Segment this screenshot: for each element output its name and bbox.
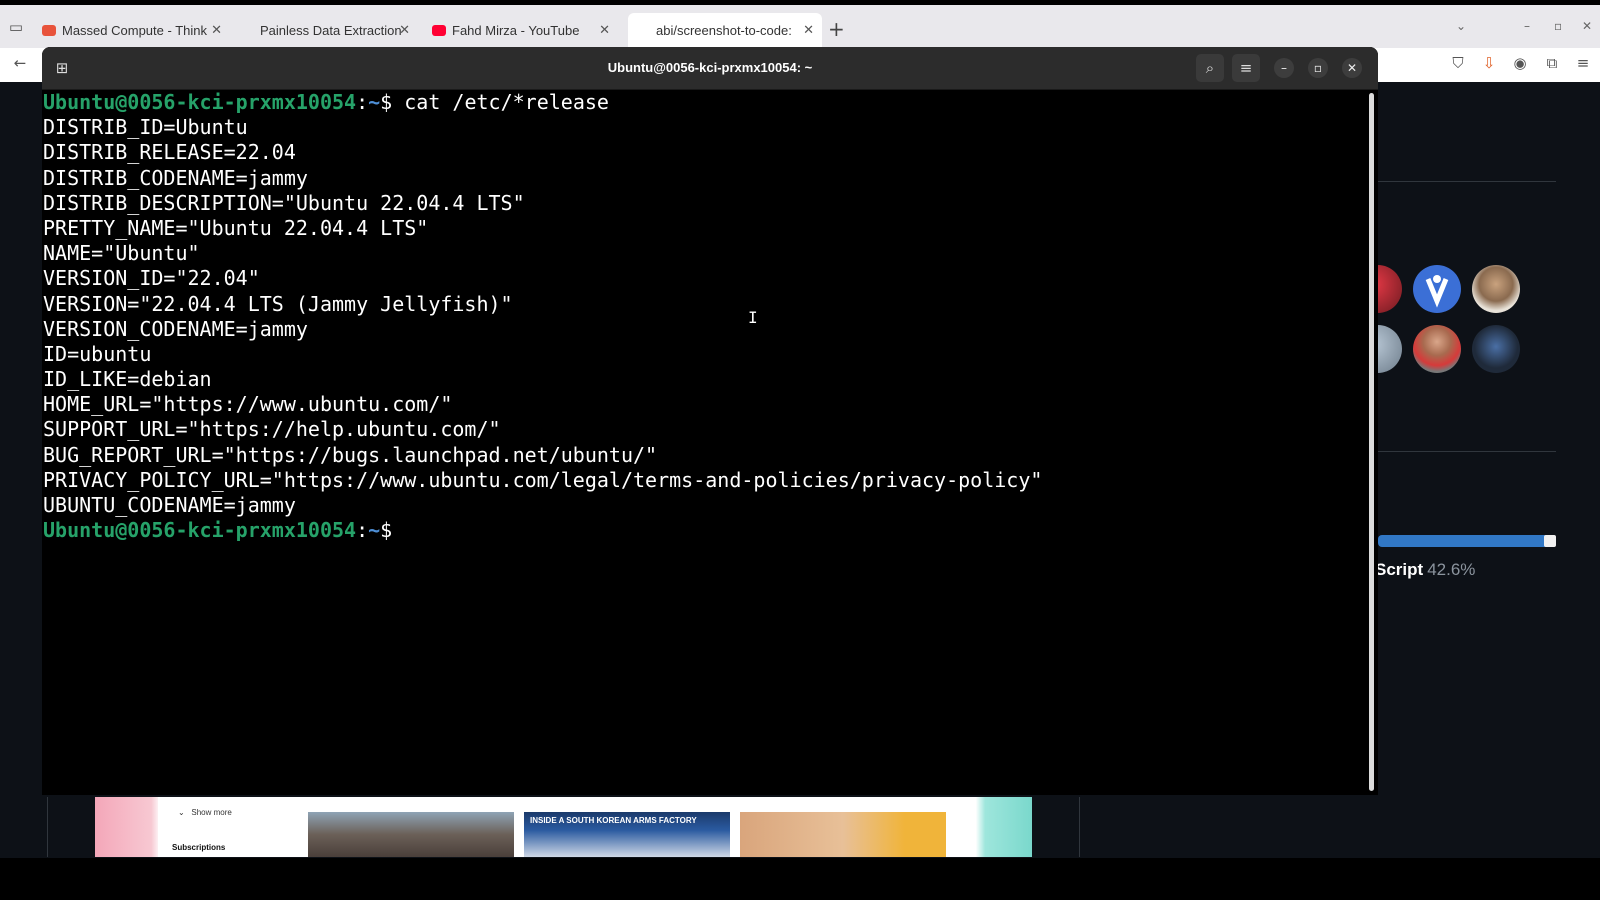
prompt-symbol: $ <box>380 518 393 543</box>
output-line: PRETTY_NAME="Ubuntu 22.04.4 LTS" <box>43 215 429 240</box>
close-icon[interactable]: ✕ <box>1582 19 1592 33</box>
prompt-separator: : <box>356 90 369 114</box>
terminal-title: Ubuntu@0056-kci-prxmx10054: ~ <box>607 60 813 75</box>
show-more-link[interactable]: ⌄ Show more <box>178 808 232 817</box>
prompt-line[interactable]: Ubuntu@0056-kci-prxmx10054:~$ <box>43 518 1373 543</box>
terminal-header: ⊞ Ubuntu@0056-kci-prxmx10054: ~ ⌕ ≡ – ▫ … <box>42 47 1378 90</box>
divider <box>1378 181 1556 182</box>
contributor-avatar[interactable] <box>1413 265 1461 313</box>
output-line: DISTRIB_DESCRIPTION="Ubuntu 22.04.4 LTS" <box>43 190 525 215</box>
github-icon <box>636 24 650 36</box>
language-bar-segment <box>1544 535 1556 547</box>
minimize-icon[interactable]: – <box>1524 19 1530 33</box>
download-icon[interactable]: ⇩ <box>1479 53 1499 73</box>
pocket-icon[interactable]: ⛉ <box>1448 53 1468 73</box>
close-icon[interactable]: ✕ <box>399 22 410 38</box>
output-line: DISTRIB_RELEASE=22.04 <box>43 140 296 165</box>
output-line: VERSION_ID="22.04" <box>43 266 260 291</box>
subscriptions-heading: Subscriptions <box>172 843 226 852</box>
tab-overview-icon[interactable]: ▭ <box>6 17 26 37</box>
contributor-avatar[interactable] <box>1472 325 1520 373</box>
language-label[interactable]: Script 42.6% <box>1375 560 1475 580</box>
prompt-user: Ubuntu@0056-kci-prxmx10054 <box>43 90 357 114</box>
language-name: Script <box>1375 560 1424 579</box>
video-thumbnail[interactable] <box>740 812 946 857</box>
divider <box>1378 451 1556 452</box>
page-icon <box>240 24 254 36</box>
output-line: DISTRIB_ID=Ubuntu <box>43 115 248 140</box>
output-line: SUPPORT_URL="https://help.ubuntu.com/" <box>43 417 501 442</box>
language-percent: 42.6% <box>1427 560 1476 579</box>
prompt-symbol: $ <box>380 90 393 114</box>
prompt-path: ~ <box>368 518 381 543</box>
panel-edge <box>47 797 96 857</box>
thumbnail-caption: INSIDE A SOUTH KOREAN ARMS FACTORY <box>530 816 697 825</box>
gmail-icon <box>42 24 56 36</box>
extensions-icon[interactable]: ⧉ <box>1542 53 1562 73</box>
youtube-icon <box>432 24 446 36</box>
scrollbar[interactable] <box>1369 93 1374 791</box>
tab-painless-data[interactable]: Painless Data Extraction ✕ <box>240 13 418 47</box>
contributor-avatar[interactable] <box>1413 325 1461 373</box>
tab-label: Fahd Mirza - YouTube <box>452 22 580 38</box>
close-icon[interactable]: ✕ <box>803 22 814 38</box>
output-line: NAME="Ubuntu" <box>43 241 200 266</box>
output-line: ID_LIKE=debian <box>43 367 212 392</box>
tab-label: abi/screenshot-to-code: <box>656 22 792 38</box>
back-icon[interactable]: ← <box>10 53 30 73</box>
prompt-separator: : <box>356 518 369 543</box>
contributor-avatar[interactable] <box>1472 265 1520 313</box>
close-icon[interactable]: ✕ <box>599 22 610 38</box>
output-line: ID=ubuntu <box>43 341 152 366</box>
account-icon[interactable]: ◉ <box>1510 53 1530 73</box>
terminal-output[interactable]: Ubuntu@0056-kci-prxmx10054:~$ cat /etc/*… <box>43 90 1373 795</box>
new-tab-button[interactable]: + <box>828 17 845 41</box>
close-icon[interactable]: ✕ <box>211 22 222 38</box>
output-line: VERSION_CODENAME=jammy <box>43 316 308 341</box>
menu-icon[interactable]: ≡ <box>1573 53 1593 73</box>
restore-icon[interactable]: ▫ <box>1554 19 1562 33</box>
tab-strip: ▭ Massed Compute - Think ✕ Painless Data… <box>0 0 1600 48</box>
video-thumbnail[interactable]: INSIDE A SOUTH KOREAN ARMS FACTORY <box>524 812 730 857</box>
output-line: PRIVACY_POLICY_URL="https://www.ubuntu.c… <box>43 467 1043 492</box>
output-line: DISTRIB_CODENAME=jammy <box>43 165 308 190</box>
output-line: HOME_URL="https://www.ubuntu.com/" <box>43 392 453 417</box>
output-line: VERSION="22.04.4 LTS (Jammy Jellyfish)" <box>43 291 513 316</box>
menu-icon[interactable]: ≡ <box>1232 54 1260 82</box>
tab-youtube[interactable]: Fahd Mirza - YouTube ✕ <box>432 13 618 47</box>
show-more-label: Show more <box>191 808 232 817</box>
text-cursor-icon: I <box>748 308 758 327</box>
output-line: BUG_REPORT_URL="https://bugs.launchpad.n… <box>43 442 658 467</box>
prompt-user: Ubuntu@0056-kci-prxmx10054 <box>43 518 357 543</box>
command-line: Ubuntu@0056-kci-prxmx10054:~$ cat /etc/*… <box>43 90 1373 115</box>
close-icon[interactable]: ✕ <box>1342 58 1362 78</box>
tab-label: Painless Data Extraction <box>260 22 402 38</box>
maximize-icon[interactable]: ▫ <box>1308 58 1328 78</box>
language-bar <box>1378 535 1556 547</box>
minimize-icon[interactable]: – <box>1274 58 1294 78</box>
panel-edge <box>1079 797 1080 857</box>
chevron-down-icon[interactable]: ⌄ <box>1456 19 1466 33</box>
video-thumbnail[interactable] <box>308 812 514 857</box>
tab-massed-compute[interactable]: Massed Compute - Think ✕ <box>42 13 230 47</box>
logo-icon <box>1425 275 1449 308</box>
terminal-window[interactable]: ⊞ Ubuntu@0056-kci-prxmx10054: ~ ⌕ ≡ – ▫ … <box>42 47 1378 795</box>
output-line: UBUNTU_CODENAME=jammy <box>43 493 296 517</box>
search-icon[interactable]: ⌕ <box>1196 54 1224 82</box>
prompt-path: ~ <box>368 90 381 114</box>
command-text: cat /etc/*release <box>392 90 609 114</box>
tab-label: Massed Compute - Think <box>62 22 207 38</box>
tab-screenshot-to-code[interactable]: abi/screenshot-to-code: ✕ <box>628 13 822 47</box>
